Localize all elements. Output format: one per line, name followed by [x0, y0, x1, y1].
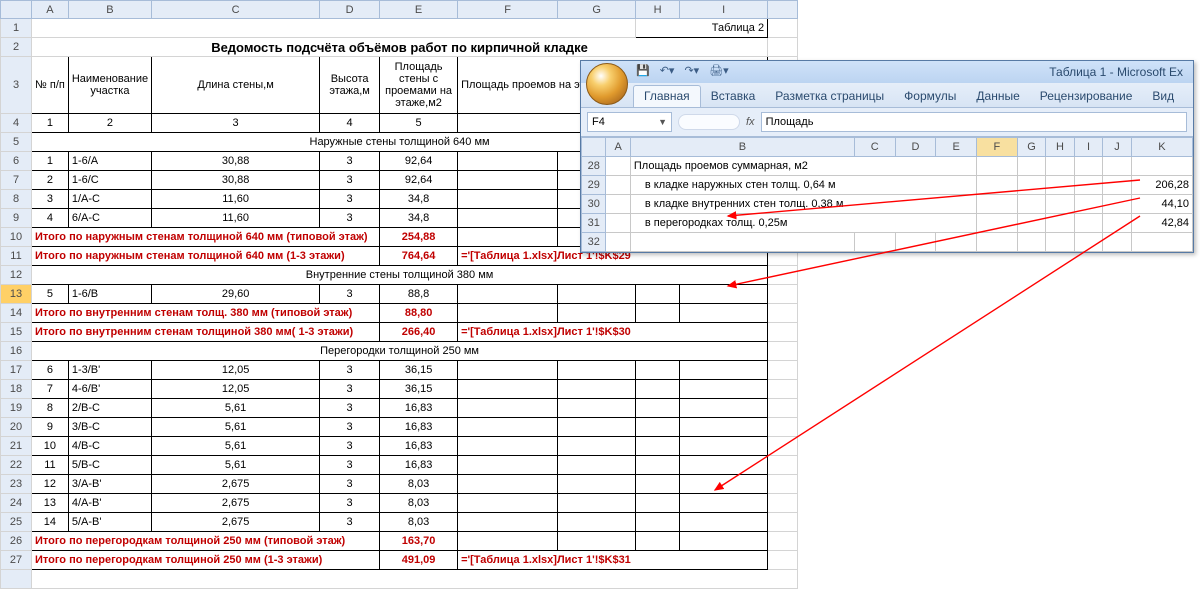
table-row: 25145/А-В'2,67538,03 — [1, 513, 798, 532]
col-F[interactable]: F — [458, 1, 558, 19]
table-row: 21104/В-С5,61316,83 — [1, 437, 798, 456]
tab-home[interactable]: Главная — [633, 85, 701, 107]
window-title: Таблица 1 - Microsoft Ex — [1049, 65, 1183, 79]
table-row: 1874-6/В'12,05336,15 — [1, 380, 798, 399]
sheet-title: Ведомость подсчёта объёмов работ по кирп… — [32, 38, 768, 57]
col-D[interactable]: D — [320, 1, 380, 19]
table-row: 23123/А-В'2,67538,03 — [1, 475, 798, 494]
undo-icon[interactable]: ↶▾ — [660, 64, 675, 77]
tab-formulas[interactable]: Формулы — [894, 86, 966, 107]
col-C[interactable]: C — [152, 1, 320, 19]
name-box[interactable]: F4▼ — [587, 112, 672, 132]
col-H[interactable]: H — [636, 1, 680, 19]
formula-text: ='[Таблица 1.xlsx]Лист 1'!$K$31 — [458, 551, 768, 570]
col-A[interactable]: A — [32, 1, 69, 19]
quick-access-toolbar[interactable]: 💾 ↶▾ ↷▾ 🖨▾ — [636, 64, 729, 77]
tab-data[interactable]: Данные — [966, 86, 1029, 107]
section-3: Перегородки толщиной 250 мм — [32, 342, 768, 361]
ribbon-tabs[interactable]: Главная Вставка Разметка страницы Формул… — [581, 83, 1193, 108]
save-icon[interactable]: 💾 — [636, 64, 650, 77]
col-E[interactable]: E — [380, 1, 458, 19]
formula-text: ='[Таблица 1.xlsx]Лист 1'!$K$30 — [458, 323, 768, 342]
section-2: Внутренние стены толщиной 380 мм — [32, 266, 768, 285]
print-icon[interactable]: 🖨▾ — [709, 64, 729, 77]
chevron-down-icon[interactable]: ▼ — [658, 117, 667, 127]
col-I[interactable]: I — [680, 1, 768, 19]
formula-bar[interactable]: Площадь — [761, 112, 1187, 132]
table-row: 22115/В-С5,61316,83 — [1, 456, 798, 475]
subtotal: Итого по наружным стенам толщиной 640 мм… — [32, 247, 380, 266]
secondary-grid[interactable]: ABCDEFGHIJK 28Площадь проемов суммарная,… — [581, 137, 1193, 252]
table-caption: Таблица 2 — [636, 19, 768, 38]
tab-insert[interactable]: Вставка — [701, 86, 766, 107]
tab-view[interactable]: Вид — [1142, 86, 1184, 107]
col-B[interactable]: B — [68, 1, 151, 19]
table-row: 2093/В-С5,61316,83 — [1, 418, 798, 437]
tab-pagelayout[interactable]: Разметка страницы — [765, 86, 894, 107]
subtotal: Итого по наружным стенам толщиной 640 мм… — [32, 228, 380, 247]
col-G[interactable]: G — [558, 1, 636, 19]
office-button[interactable] — [586, 63, 628, 105]
table-row: 1351-6/В29,60388,8 — [1, 285, 798, 304]
col-J[interactable] — [768, 1, 798, 19]
tab-review[interactable]: Рецензирование — [1030, 86, 1143, 107]
window-table1[interactable]: 💾 ↶▾ ↷▾ 🖨▾ Таблица 1 - Microsoft Ex Глав… — [580, 60, 1194, 253]
table-row: 24134/А-В'2,67538,03 — [1, 494, 798, 513]
table-row: 1982/В-С5,61316,83 — [1, 399, 798, 418]
table-row: 1761-3/В'12,05336,15 — [1, 361, 798, 380]
fx-icon[interactable]: fx — [746, 116, 755, 128]
column-headers[interactable]: A B C D E F G H I — [1, 1, 798, 19]
redo-icon[interactable]: ↷▾ — [684, 64, 699, 77]
